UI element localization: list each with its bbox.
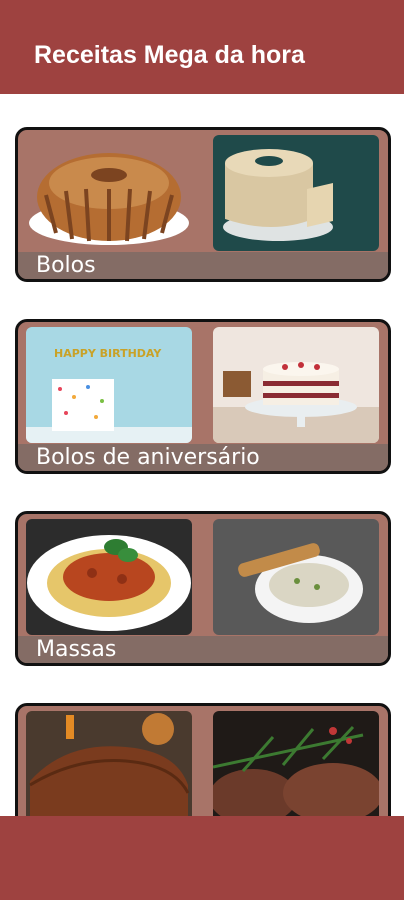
layer-cake-photo xyxy=(213,327,379,443)
bundt-cake-photo xyxy=(26,135,192,251)
category-label: Bolos xyxy=(18,252,388,279)
creamy-pasta-photo xyxy=(213,519,379,635)
birthday-cake-photo: HAPPY BIRTHDAY xyxy=(26,327,192,443)
category-label: Bolos de aniversário xyxy=(18,444,388,471)
chiffon-cake-photo xyxy=(213,135,379,251)
bottom-bar xyxy=(0,816,404,900)
app-title: Receitas Mega da hora xyxy=(34,41,305,69)
category-card-bolos[interactable]: Bolos xyxy=(15,127,391,282)
category-card-bolos-de-aniversario[interactable]: HAPPY BIRTHDAY Bolos de aniversário xyxy=(15,319,391,474)
app-bar: Receitas Mega da hora xyxy=(0,0,404,94)
steak-photo xyxy=(213,711,379,816)
spaghetti-bolognese-photo xyxy=(26,519,192,635)
category-card-massas[interactable]: Massas xyxy=(15,511,391,666)
meatloaf-photo xyxy=(26,711,192,816)
category-label: Massas xyxy=(18,636,388,663)
cake-topper-text: HAPPY BIRTHDAY xyxy=(54,347,162,360)
category-card-carnes[interactable] xyxy=(15,703,391,816)
category-list[interactable]: Bolos HAPPY BIRTHDAY Bolos de aniversári… xyxy=(0,94,404,816)
